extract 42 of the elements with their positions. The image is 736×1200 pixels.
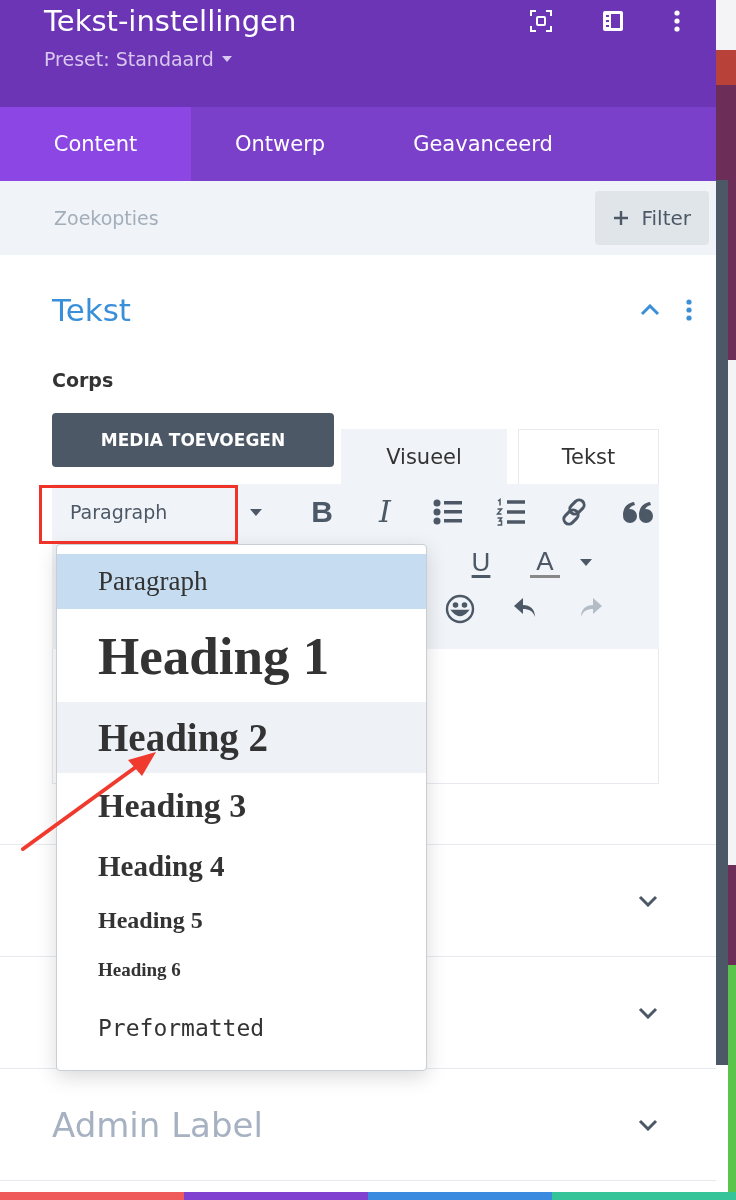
editor-tab[interactable]: Visueel	[341, 429, 507, 484]
menu-item[interactable]: Heading 1	[57, 609, 426, 702]
more-icon[interactable]	[686, 299, 692, 321]
tab[interactable]: Content	[0, 107, 191, 181]
caret-icon[interactable]	[580, 558, 592, 566]
bullet-list-icon[interactable]	[433, 499, 463, 525]
underline-button[interactable]: U	[466, 545, 496, 579]
tab[interactable]: Geavanceerd	[369, 107, 597, 181]
plus-icon	[613, 210, 630, 226]
menu-item[interactable]: Heading 2	[57, 702, 426, 773]
menu-item[interactable]: Heading 5	[57, 895, 426, 945]
numbered-list-icon[interactable]	[496, 498, 526, 526]
menu-item[interactable]: Paragraph	[57, 554, 426, 609]
text-color-button[interactable]: A	[530, 546, 560, 578]
menu-item[interactable]: Heading 6	[57, 945, 426, 995]
editor-tab[interactable]: Tekst	[518, 429, 659, 484]
menu-item[interactable]: Heading 3	[57, 773, 426, 838]
chevron-down-icon[interactable]	[638, 1118, 658, 1131]
caret-icon	[250, 508, 262, 516]
filter-button[interactable]: Filter	[595, 191, 709, 245]
caret-icon[interactable]	[221, 56, 232, 62]
quote-icon[interactable]	[622, 501, 654, 523]
chevron-down-icon[interactable]	[638, 894, 658, 907]
search-field[interactable]: Zoekopties	[52, 206, 356, 230]
section-title[interactable]: Tekst	[52, 292, 614, 328]
menu-item[interactable]: Heading 4	[57, 838, 426, 895]
chevron-down-icon[interactable]	[638, 1006, 658, 1019]
window-title: Tekst-instellingen	[44, 3, 297, 40]
link-icon[interactable]	[559, 497, 589, 527]
preset-dropdown[interactable]: Preset: Standaard	[44, 48, 232, 70]
format-select[interactable]: Paragraph	[58, 486, 274, 538]
more-icon[interactable]	[674, 10, 680, 32]
italic-button[interactable]: I	[370, 495, 400, 529]
sidebar-layout-icon[interactable]	[602, 10, 624, 32]
field-label: Corps	[52, 369, 115, 393]
menu-item[interactable]: Preformatted	[57, 995, 426, 1060]
add-media-button[interactable]: MEDIA TOEVOEGEN	[52, 413, 334, 467]
bold-button[interactable]: B	[307, 495, 337, 529]
fullscreen-icon[interactable]	[530, 10, 552, 32]
chevron-up-icon[interactable]	[640, 304, 660, 316]
tab[interactable]: Ontwerp	[191, 107, 370, 181]
smiley-icon[interactable]	[445, 594, 475, 624]
